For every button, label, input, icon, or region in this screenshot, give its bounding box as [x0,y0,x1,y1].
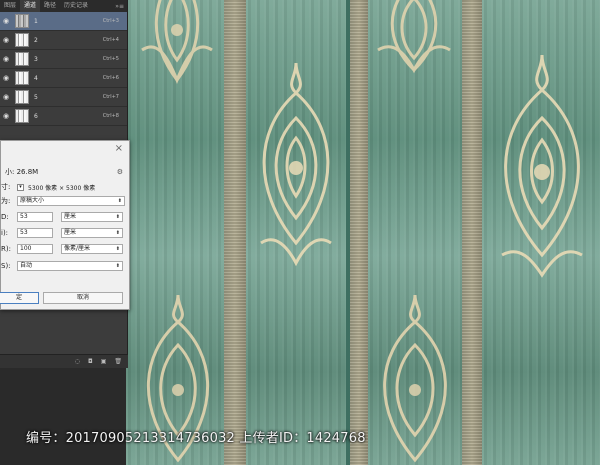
channel-row[interactable]: ◉ 3 Ctrl+5 [0,50,127,69]
width-input[interactable]: 53 [17,212,53,222]
wallpaper-stripe [224,0,246,465]
chevron-down-icon: ⬍ [115,214,120,220]
new-layer-icon[interactable]: ▣ [101,358,107,365]
channel-shortcut: Ctrl+8 [102,113,119,119]
close-icon[interactable]: × [115,143,123,154]
resample-label: S): [1,262,11,270]
chevron-down-icon: ⬍ [117,198,122,204]
eye-icon[interactable]: ◉ [0,93,12,101]
channel-name: 6 [34,112,38,120]
delete-icon[interactable]: 🗑 [114,358,122,365]
ok-button[interactable]: 定 [0,292,39,304]
image-size-label: 小: 26.8M [5,168,39,176]
damask-motif [260,62,332,267]
channel-name: 2 [34,36,38,44]
resample-select[interactable]: 自动 ⬍ [17,261,123,271]
image-canvas[interactable] [126,0,600,465]
eye-icon[interactable]: ◉ [0,36,12,44]
channel-thumbnail [15,109,29,123]
tab-paths[interactable]: 路径 [40,0,60,12]
channel-thumbnail [15,71,29,85]
dimension-toggle[interactable]: ▾ [17,183,24,191]
dimensions-label: 寸: [1,183,11,191]
channel-shortcut: Ctrl+6 [102,75,119,81]
gear-icon[interactable]: ⚙ [117,168,123,176]
channel-row[interactable]: ◉ 1 Ctrl+3 [0,12,127,31]
eye-icon[interactable]: ◉ [0,17,12,25]
channel-row[interactable]: ◉ 2 Ctrl+4 [0,31,127,50]
channel-shortcut: Ctrl+5 [102,56,119,62]
resolution-label: R): [1,245,11,253]
mask-icon[interactable]: ◘ [88,358,93,365]
cancel-button[interactable]: 取消 [43,292,123,304]
channel-row[interactable]: ◉ 6 Ctrl+8 [0,107,127,126]
width-unit-select[interactable]: 厘米 ⬍ [61,212,123,222]
eye-icon[interactable]: ◉ [0,112,12,120]
damask-motif [501,54,583,278]
resample-value: 自动 [20,262,33,269]
fit-to-label: 为: [1,197,11,205]
channel-thumbnail [15,14,29,28]
dimensions-value: 5300 像素 × 5300 像素 [28,184,96,192]
fit-to-select[interactable]: 原稿大小 ⬍ [17,196,125,206]
channel-thumbnail [15,52,29,66]
resample-row: S): 自动 ⬍ [1,260,123,272]
wallpaper-stripe [462,0,482,465]
image-size-row: 小: 26.8M [5,166,38,178]
dimensions-row: 寸: ▾ 5300 像素 × 5300 像素 [1,181,95,193]
height-unit-select[interactable]: 厘米 ⬍ [61,228,123,238]
chevron-down-icon: ⬍ [115,263,120,269]
watermark-caption: 编号：20170905213314736032 上传者ID：1424768 [26,431,366,446]
panel-footer: ◌ ◘ ▣ 🗑 [0,354,128,368]
channel-name: 3 [34,55,38,63]
channel-row[interactable]: ◉ 4 Ctrl+6 [0,69,127,88]
chevron-down-icon: ⬍ [115,230,120,236]
channel-name: 5 [34,93,38,101]
channel-row[interactable]: ◉ 5 Ctrl+7 [0,88,127,107]
channel-shortcut: Ctrl+3 [102,18,119,24]
height-input[interactable]: 53 [17,228,53,238]
image-size-dialog: × 小: 26.8M ⚙ 寸: ▾ 5300 像素 × 5300 像素 为: 原… [0,140,130,310]
panel-menu-icon[interactable]: »≡ [115,3,127,10]
damask-motif [141,0,213,85]
height-unit-value: 厘米 [64,229,77,236]
eye-icon[interactable]: ◉ [0,55,12,63]
channel-thumbnail [15,90,29,104]
eye-icon[interactable]: ◉ [0,74,12,82]
fit-to-value: 原稿大小 [20,197,45,204]
resolution-unit-select[interactable]: 像素/厘米 ⬍ [61,244,123,254]
fit-to-row: 为: 原稿大小 ⬍ [1,195,125,207]
tab-history[interactable]: 历史记录 [60,0,92,12]
width-row: D: 53 厘米 ⬍ [1,211,123,223]
selection-icon[interactable]: ◌ [75,358,80,365]
channel-name: 4 [34,74,38,82]
width-label: D: [1,213,9,221]
channel-thumbnail [15,33,29,47]
tab-channels[interactable]: 通道 [20,0,41,12]
height-label: i): [1,229,9,237]
channel-shortcut: Ctrl+7 [102,94,119,100]
damask-motif [377,0,451,74]
resolution-input[interactable]: 100 [17,244,53,254]
chevron-down-icon: ⬍ [115,246,120,252]
height-row: i): 53 厘米 ⬍ [1,227,123,239]
panel-tab-bar: 图层 通道 路径 历史记录 »≡ [0,0,127,12]
channel-shortcut: Ctrl+4 [102,37,119,43]
channel-name: 1 [34,17,38,25]
resolution-row: R): 100 像素/厘米 ⬍ [1,243,123,255]
resolution-unit-value: 像素/厘米 [64,245,91,252]
channel-list: ◉ 1 Ctrl+3 ◉ 2 Ctrl+4 ◉ 3 Ctrl+5 ◉ 4 Ctrl+6 ◉ 5 Ctrl+7… [0,12,127,126]
width-unit-value: 厘米 [64,213,77,220]
tab-layers[interactable]: 图层 [0,0,20,12]
